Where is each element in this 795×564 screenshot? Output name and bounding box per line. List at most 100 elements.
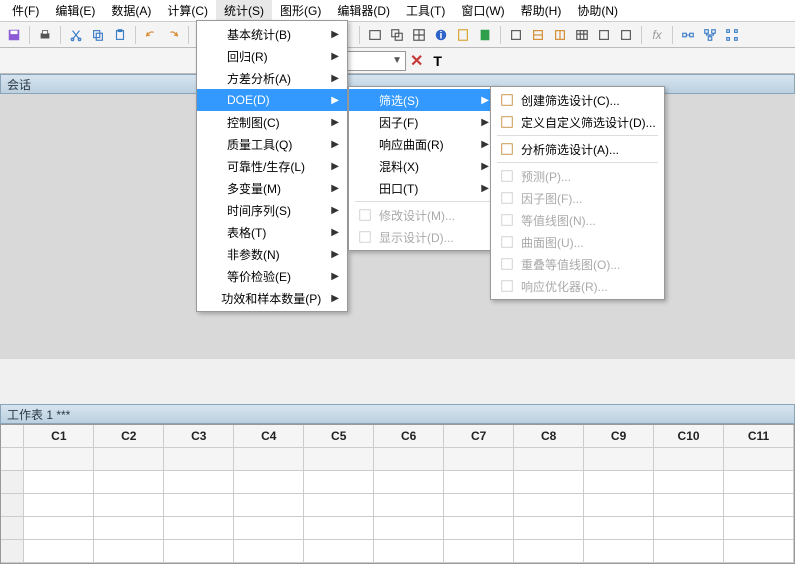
stats-item[interactable]: 基本统计(B)▶ (197, 23, 347, 45)
grid-icon[interactable] (409, 25, 429, 45)
column-header[interactable]: C5 (304, 425, 374, 447)
stats-item[interactable]: 非参数(N)▶ (197, 243, 347, 265)
data-cell[interactable] (724, 540, 794, 562)
doe-item[interactable]: 因子(F)▶ (349, 111, 497, 133)
column-header[interactable]: C1 (24, 425, 94, 447)
menu-item[interactable]: 编辑(E) (47, 0, 103, 21)
data-cell[interactable] (304, 494, 374, 516)
data-cell[interactable] (234, 540, 304, 562)
stats-item[interactable]: 表格(T)▶ (197, 221, 347, 243)
stats-item[interactable]: 时间序列(S)▶ (197, 199, 347, 221)
box4-icon[interactable] (594, 25, 614, 45)
data-cell[interactable] (94, 494, 164, 516)
flow2-icon[interactable] (700, 25, 720, 45)
data-cell[interactable] (444, 517, 514, 539)
stats-item[interactable]: 质量工具(Q)▶ (197, 133, 347, 155)
stats-item[interactable]: 功效和样本数量(P)▶ (197, 287, 347, 309)
print-icon[interactable] (35, 25, 55, 45)
box5-icon[interactable] (616, 25, 636, 45)
note-icon[interactable] (453, 25, 473, 45)
screen-item[interactable]: 分析筛选设计(A)... (491, 138, 664, 160)
data-cell[interactable] (514, 540, 584, 562)
flow1-icon[interactable] (678, 25, 698, 45)
data-cell[interactable] (164, 517, 234, 539)
column-name-cell[interactable] (514, 448, 584, 470)
column-header[interactable]: C11 (724, 425, 794, 447)
data-cell[interactable] (584, 494, 654, 516)
stats-item[interactable]: 回归(R)▶ (197, 45, 347, 67)
cut-icon[interactable] (66, 25, 86, 45)
data-cell[interactable] (24, 471, 94, 493)
data-cell[interactable] (164, 540, 234, 562)
stats-item[interactable]: 等价检验(E)▶ (197, 265, 347, 287)
column-name-cell[interactable] (94, 448, 164, 470)
stats-item[interactable]: 控制图(C)▶ (197, 111, 347, 133)
data-cell[interactable] (304, 517, 374, 539)
menu-item[interactable]: 数据(A) (103, 0, 159, 21)
column-name-cell[interactable] (24, 448, 94, 470)
doe-item[interactable]: 筛选(S)▶ (349, 89, 497, 111)
data-cell[interactable] (94, 471, 164, 493)
data-cell[interactable] (234, 494, 304, 516)
stack-icon[interactable] (387, 25, 407, 45)
flow3-icon[interactable] (722, 25, 742, 45)
menu-item[interactable]: 件(F) (4, 0, 47, 21)
menu-item[interactable]: 工具(T) (398, 0, 453, 21)
data-cell[interactable] (24, 494, 94, 516)
copy-icon[interactable] (88, 25, 108, 45)
paste-icon[interactable] (110, 25, 130, 45)
fx-icon[interactable]: fx (647, 25, 667, 45)
window-icon[interactable] (365, 25, 385, 45)
redo-icon[interactable] (163, 25, 183, 45)
box3-icon[interactable] (550, 25, 570, 45)
corner-cell[interactable] (1, 425, 24, 447)
menu-item[interactable]: 协助(N) (569, 0, 626, 21)
name-row-hdr[interactable] (1, 448, 24, 470)
data-cell[interactable] (164, 471, 234, 493)
column-header[interactable]: C9 (584, 425, 654, 447)
data-cell[interactable] (444, 471, 514, 493)
menu-item[interactable]: 统计(S) (216, 0, 272, 21)
data-cell[interactable] (724, 471, 794, 493)
column-name-cell[interactable] (234, 448, 304, 470)
doe-item[interactable]: 田口(T)▶ (349, 177, 497, 199)
doe-item[interactable]: 混料(X)▶ (349, 155, 497, 177)
sheet-icon[interactable] (475, 25, 495, 45)
data-cell[interactable] (654, 517, 724, 539)
data-cell[interactable] (444, 540, 514, 562)
row-header[interactable] (1, 471, 24, 493)
data-cell[interactable] (24, 517, 94, 539)
screen-item[interactable]: 定义自定义筛选设计(D)... (491, 111, 664, 133)
data-cell[interactable] (514, 471, 584, 493)
data-cell[interactable] (514, 494, 584, 516)
column-header[interactable]: C2 (94, 425, 164, 447)
column-header[interactable]: C8 (514, 425, 584, 447)
data-cell[interactable] (374, 494, 444, 516)
column-name-cell[interactable] (584, 448, 654, 470)
menu-item[interactable]: 计算(C) (159, 0, 216, 21)
column-name-cell[interactable] (724, 448, 794, 470)
data-cell[interactable] (654, 540, 724, 562)
data-cell[interactable] (724, 517, 794, 539)
data-cell[interactable] (94, 540, 164, 562)
data-cell[interactable] (234, 517, 304, 539)
data-cell[interactable] (234, 471, 304, 493)
data-cell[interactable] (304, 471, 374, 493)
stats-item[interactable]: 可靠性/生存(L)▶ (197, 155, 347, 177)
menu-item[interactable]: 编辑器(D) (329, 0, 398, 21)
column-name-cell[interactable] (654, 448, 724, 470)
data-cell[interactable] (374, 471, 444, 493)
column-name-cell[interactable] (164, 448, 234, 470)
screen-item[interactable]: 创建筛选设计(C)... (491, 89, 664, 111)
row-header[interactable] (1, 517, 24, 539)
column-name-cell[interactable] (304, 448, 374, 470)
stats-item[interactable]: 多变量(M)▶ (197, 177, 347, 199)
menu-item[interactable]: 窗口(W) (453, 0, 512, 21)
stats-item[interactable]: DOE(D)▶ (197, 89, 347, 111)
data-cell[interactable] (374, 517, 444, 539)
box1-icon[interactable] (506, 25, 526, 45)
column-header[interactable]: C7 (444, 425, 514, 447)
box2-icon[interactable] (528, 25, 548, 45)
data-cell[interactable] (164, 494, 234, 516)
undo-icon[interactable] (141, 25, 161, 45)
